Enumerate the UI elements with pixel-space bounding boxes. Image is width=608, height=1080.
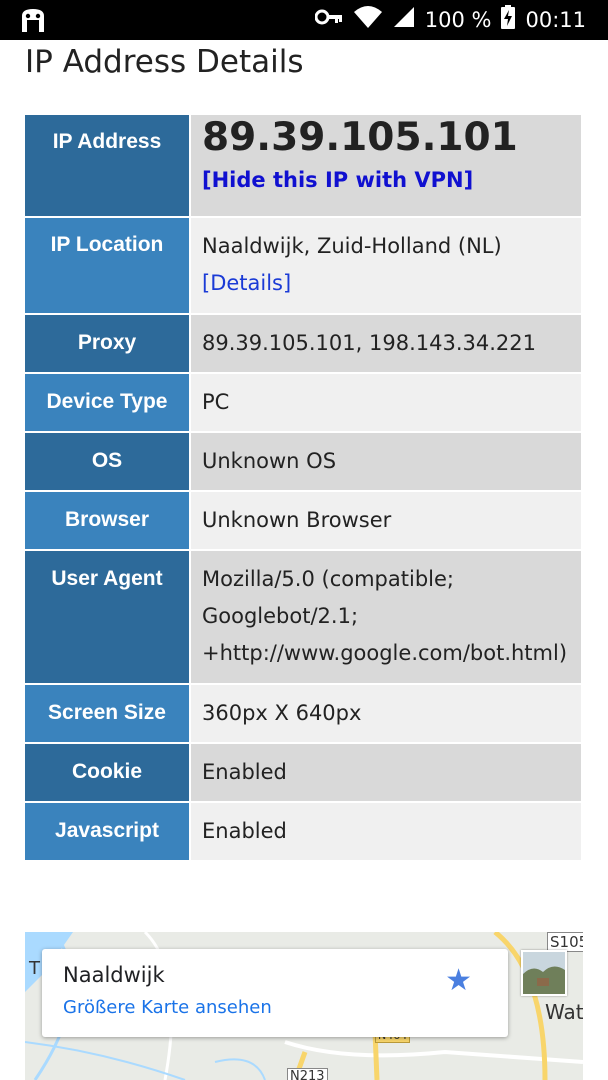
clock: 00:11 [525,8,586,32]
signal-icon [393,6,415,34]
row-label: IP Address [52,130,162,153]
ip-location-value: Naaldwijk, Zuid-Holland (NL) [202,234,502,258]
label-cell: Screen Size [25,684,191,744]
row-label: IP Location [50,233,164,256]
map-place-fragment: Wat [545,1000,583,1024]
app-notification-icon [18,6,48,34]
row-cookie: Cookie Enabled [25,743,581,803]
save-star-icon[interactable]: ★ [445,963,472,998]
label-cell: Browser [25,491,191,551]
label-cell: Javascript [25,802,191,860]
row-proxy: Proxy 89.39.105.101, 198.143.34.221 [25,314,581,374]
row-value: Enabled [202,819,287,843]
row-ip-address: IP Address 89.39.105.101 [Hide this IP w… [25,115,581,218]
view-larger-map-link[interactable]: Größere Karte ansehen [63,997,272,1018]
map-place-card: Naaldwijk Größere Karte ansehen ★ [42,949,508,1037]
key-icon [314,8,343,32]
value-cell: Mozilla/5.0 (compatible; Googlebot/2.1; … [190,550,581,685]
ip-address-value: 89.39.105.101 [202,115,518,160]
value-cell: 89.39.105.101 [Hide this IP with VPN] [190,115,581,218]
embedded-map[interactable]: S105 N464 N213 T Wat Naaldwijk Größere K… [25,932,583,1080]
row-value: Mozilla/5.0 (compatible; Googlebot/2.1; … [202,567,568,665]
row-value: Unknown OS [202,449,337,473]
page-title: IP Address Details [25,44,304,80]
row-os: OS Unknown OS [25,432,581,492]
map-place-fragment: T [29,958,40,979]
row-label: User Agent [51,567,163,590]
label-cell: Proxy [25,314,191,374]
row-device-type: Device Type PC [25,373,581,433]
row-screen-size: Screen Size 360px X 640px [25,684,581,744]
row-value: 89.39.105.101, 198.143.34.221 [202,331,536,355]
battery-charging-icon [501,5,516,35]
row-label: Javascript [55,819,159,842]
value-cell: PC [190,373,581,433]
row-label: OS [91,449,123,472]
row-label: Screen Size [48,701,166,724]
row-value: PC [202,390,230,414]
label-cell: User Agent [25,550,191,685]
label-cell: OS [25,432,191,492]
status-bar: 100 % 00:11 [0,0,608,40]
value-cell: 360px X 640px [190,684,581,744]
row-value: Enabled [202,760,287,784]
value-cell: Unknown OS [190,432,581,492]
location-details-link[interactable]: [Details] [202,271,291,295]
row-value: Unknown Browser [202,508,392,532]
wifi-icon [353,5,383,35]
label-cell: Cookie [25,743,191,803]
ip-details-table: IP Address 89.39.105.101 [Hide this IP w… [25,115,581,860]
row-label: Device Type [46,390,168,413]
value-cell: 89.39.105.101, 198.143.34.221 [190,314,581,374]
row-javascript: Javascript Enabled [25,802,581,860]
row-ip-location: IP Location Naaldwijk, Zuid-Holland (NL)… [25,217,581,315]
row-label: Browser [64,508,150,531]
label-cell: IP Address [25,115,191,218]
road-label: N213 [287,1068,328,1080]
label-cell: IP Location [25,217,191,315]
value-cell: Naaldwijk, Zuid-Holland (NL) [Details] [190,217,581,315]
row-label: Cookie [71,760,142,783]
street-view-thumbnail[interactable] [521,950,567,996]
road-label: S105 [547,932,583,952]
label-cell: Device Type [25,373,191,433]
value-cell: Unknown Browser [190,491,581,551]
row-label: Proxy [77,331,137,354]
battery-percentage: 100 % [424,8,492,32]
hide-ip-vpn-link[interactable]: [Hide this IP with VPN] [202,168,473,192]
value-cell: Enabled [190,802,581,860]
map-place-name: Naaldwijk [63,963,165,987]
value-cell: Enabled [190,743,581,803]
row-browser: Browser Unknown Browser [25,491,581,551]
row-value: 360px X 640px [202,701,362,725]
row-user-agent: User Agent Mozilla/5.0 (compatible; Goog… [25,550,581,685]
